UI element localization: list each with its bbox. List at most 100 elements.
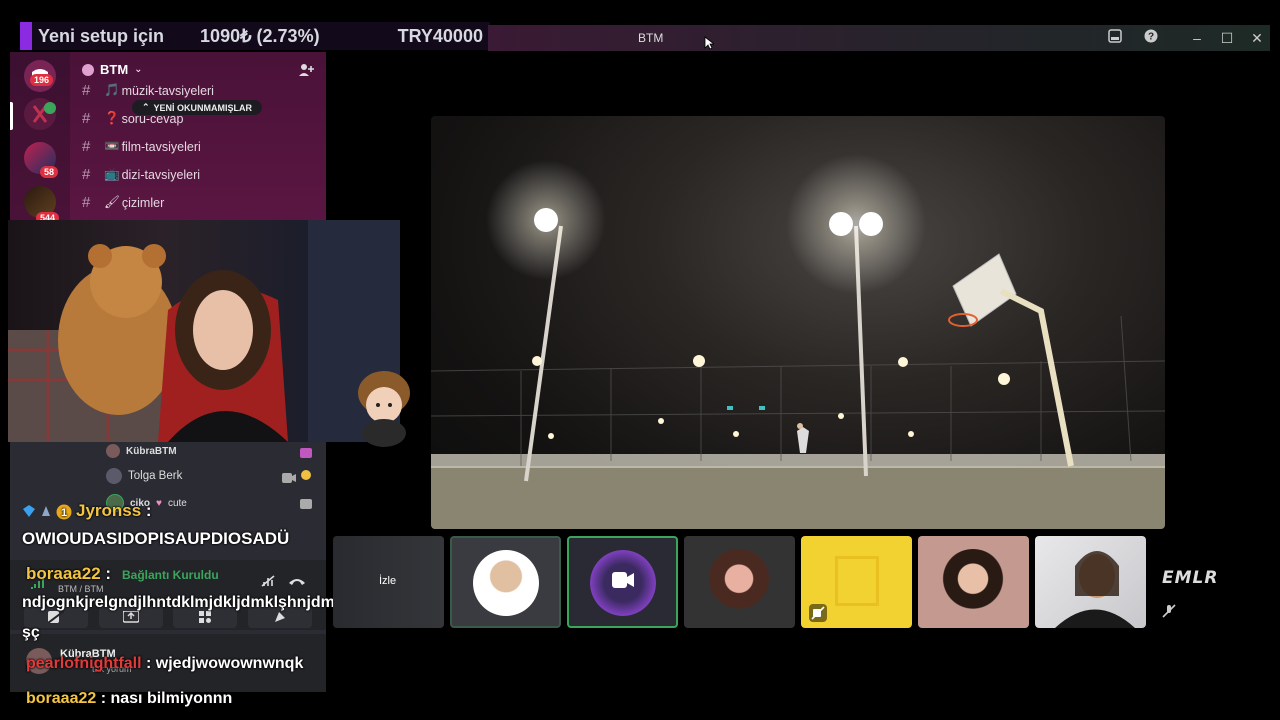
chat-message: boraaa22 : nası bilmiyonnn <box>26 690 232 708</box>
ticker-goal: TRY40000 <box>397 25 483 46</box>
channel-emoji: 🎵 <box>104 83 120 97</box>
voice-active-icon <box>44 102 56 114</box>
chat-message-text: wjedjwowownwnqk <box>155 655 304 672</box>
server-badge: 58 <box>40 166 59 178</box>
channel-item[interactable]: # 📺 dizi-tavsiyeleri <box>82 166 200 183</box>
logo-placeholder <box>835 556 879 606</box>
server-header[interactable]: BTM ⌄ <box>82 62 143 77</box>
main-video-stream[interactable] <box>431 116 1165 529</box>
channel-item[interactable]: # 🎵 müzik-tavsiyeleri <box>82 82 214 99</box>
plush-doll-decoration <box>350 365 420 452</box>
watch-label: İzle <box>379 575 397 587</box>
selected-indicator <box>10 102 13 130</box>
camera-icon <box>282 470 296 488</box>
screen-share-tile[interactable]: İzle <box>333 536 444 628</box>
hash-icon: # <box>82 82 91 99</box>
noise-suppression-icon[interactable] <box>260 574 276 593</box>
participant-tile-speaking[interactable] <box>567 536 678 628</box>
avatar <box>106 444 120 458</box>
participant-video-tile[interactable] <box>1035 536 1146 628</box>
webcam-scene <box>8 220 400 442</box>
video-camera-icon <box>612 572 634 593</box>
svg-text:1: 1 <box>61 507 67 519</box>
chat-badges: 1 <box>22 504 72 520</box>
avatar <box>473 550 539 616</box>
chevron-down-icon: ⌄ <box>134 64 143 75</box>
activity-icon <box>300 468 312 486</box>
streamer-webcam <box>8 220 400 442</box>
chat-separator: : <box>141 655 156 672</box>
participant-tile[interactable] <box>801 536 912 628</box>
channel-name: film-tavsiyeleri <box>121 139 201 154</box>
inbox-icon[interactable] <box>1106 29 1124 47</box>
channel-list: BTM ⌄ # 🎵 müzik-tavsiyeleri ⌃ YENİ OKUNMAM… <box>70 52 326 222</box>
server-name: BTM <box>100 62 129 77</box>
help-icon[interactable]: ? <box>1142 29 1160 47</box>
chat-message: boraaa22 : <box>26 564 111 584</box>
live-icon <box>300 445 312 463</box>
ticker-accent <box>20 22 32 50</box>
window-titlebar: BTM ? – ☐ ✕ <box>488 25 1270 51</box>
channel-name: müzik-tavsiyeleri <box>121 83 214 98</box>
server-emblem-icon <box>82 63 94 76</box>
channel-item[interactable]: # 🖌 çizimler <box>82 194 164 211</box>
voice-user-name: KübraBTM <box>126 445 177 457</box>
avatar <box>706 549 772 615</box>
hash-icon: # <box>82 138 91 155</box>
voice-channel-label: BTM / BTM <box>58 584 104 594</box>
mouse-cursor-icon <box>704 36 716 55</box>
chat-username: Jyronss <box>76 501 142 520</box>
chat-separator: : <box>141 501 152 520</box>
chat-message-text: nası bilmiyonnn <box>110 690 233 707</box>
heart-icon: ♥ <box>156 497 162 509</box>
channel-name: dizi-tavsiyeleri <box>121 167 201 182</box>
chat-username: boraaa22 <box>26 564 101 583</box>
svg-text:?: ? <box>1148 32 1154 43</box>
server-list: 196 58 544 <box>10 52 70 224</box>
voice-user-note: cute <box>167 497 187 509</box>
participant-video <box>1055 551 1135 628</box>
participant-tile[interactable]: EMLR <box>1152 536 1263 628</box>
chat-message: pearlofnightfall : wjedjwowownwnqk <box>26 655 303 673</box>
channel-emoji: 📺 <box>104 167 120 181</box>
maximize-icon[interactable]: ☐ <box>1218 29 1236 47</box>
voice-user[interactable]: KübraBTM <box>106 444 177 458</box>
channel-item[interactable]: # ❓ soru-cevap <box>82 110 183 127</box>
tier-one-icon: 1 <box>56 504 72 520</box>
hash-icon: # <box>82 166 91 183</box>
chat-message-text: ndjognkjrelgndjlhntdklmjdkljdmklşhnjdmğd <box>22 594 355 611</box>
channel-name: soru-cevap <box>121 111 184 126</box>
channel-item[interactable]: # 📼 film-tavsiyeleri <box>82 138 201 155</box>
close-icon[interactable]: ✕ <box>1248 29 1266 47</box>
disconnect-icon[interactable] <box>288 574 306 592</box>
server-badge: 196 <box>30 74 54 86</box>
channel-emoji: 🖌 <box>104 195 120 209</box>
add-friend-icon[interactable] <box>298 62 314 83</box>
chat-message: 1 Jyronss : <box>22 501 152 521</box>
chat-separator: : <box>100 564 112 583</box>
gem-icon <box>23 504 35 517</box>
hash-icon: # <box>82 194 91 211</box>
participant-tile[interactable] <box>450 536 561 628</box>
voice-user[interactable]: Tolga Berk <box>106 468 182 484</box>
mic-muted-icon <box>1162 604 1176 623</box>
participant-logo-text: EMLR <box>1162 568 1219 588</box>
ticker-text: Yeni setup için <box>38 25 165 46</box>
channel-emoji: 📼 <box>104 139 120 153</box>
chat-separator: : <box>96 690 111 707</box>
participant-tile[interactable] <box>918 536 1029 628</box>
channel-emoji: ❓ <box>104 111 120 125</box>
chat-message-text: şç <box>22 624 40 641</box>
minimize-icon[interactable]: – <box>1188 29 1206 47</box>
participant-tile[interactable] <box>684 536 795 628</box>
voice-user-name: Tolga Berk <box>128 470 183 482</box>
avatar <box>940 549 1006 615</box>
chat-message-text: OWIOUDASIDOPISAUPDIOSADÜ <box>22 529 290 548</box>
ticker-price: 1090₺ (2.73%) <box>200 25 320 46</box>
avatar <box>106 468 122 484</box>
window-title: BTM <box>638 31 664 45</box>
channel-name: çizimler <box>121 195 165 210</box>
basketball-court-scene <box>431 154 1165 529</box>
chat-username: boraaa22 <box>26 690 97 707</box>
badge-icon <box>42 505 50 516</box>
